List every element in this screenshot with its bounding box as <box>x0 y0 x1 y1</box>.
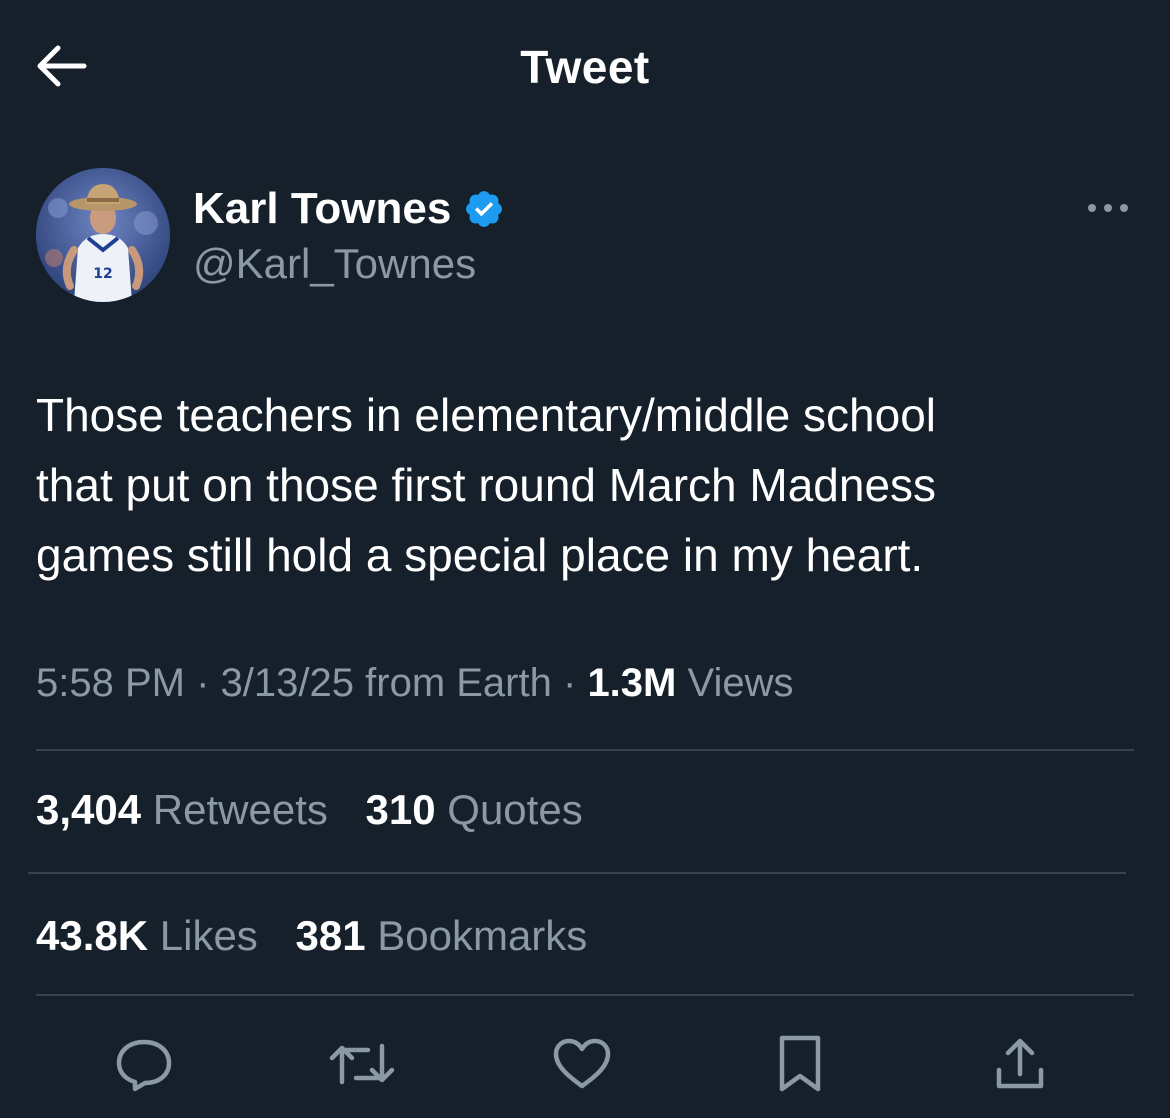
retweets-label: Retweets <box>152 786 328 833</box>
avatar-image: 12 <box>36 168 170 302</box>
bookmarks-stat[interactable]: 381 Bookmarks <box>295 912 587 959</box>
reply-button[interactable] <box>108 1028 180 1100</box>
bookmark-button[interactable] <box>764 1028 836 1100</box>
share-icon <box>996 1038 1044 1089</box>
verified-badge-icon <box>463 188 505 230</box>
separator: · <box>562 661 577 705</box>
heart-icon <box>553 1038 611 1089</box>
tweet-source: from Earth <box>365 661 552 705</box>
author-name[interactable]: Karl Townes <box>193 184 505 234</box>
author-handle[interactable]: @Karl_Townes <box>193 240 476 288</box>
views-label: Views <box>687 661 794 705</box>
more-options-button[interactable] <box>1080 192 1136 224</box>
tweet-text-line: that put on those first round March Madn… <box>36 459 937 511</box>
like-button[interactable] <box>546 1028 618 1100</box>
tweet-text: Those teachers in elementary/middle scho… <box>36 380 1136 590</box>
retweets-stat[interactable]: 3,404 Retweets <box>36 786 328 833</box>
bookmarks-count: 381 <box>295 912 366 959</box>
tweet-text-line: games still hold a special place in my h… <box>36 529 924 581</box>
share-button[interactable] <box>984 1028 1056 1100</box>
bookmarks-label: Bookmarks <box>377 912 588 959</box>
stats-row-retweets: 3,404 Retweets 310 Quotes <box>36 786 609 834</box>
divider <box>28 872 1126 874</box>
tweet-text-line: Those teachers in elementary/middle scho… <box>36 389 937 441</box>
retweet-icon <box>329 1043 395 1085</box>
tweet-date[interactable]: 3/13/25 <box>221 661 354 705</box>
more-horizontal-icon <box>1088 204 1128 212</box>
reply-icon <box>116 1039 172 1092</box>
retweet-button[interactable] <box>326 1028 398 1100</box>
stats-row-likes: 43.8K Likes 381 Bookmarks <box>36 912 613 960</box>
likes-stat[interactable]: 43.8K Likes <box>36 912 258 959</box>
quotes-label: Quotes <box>447 786 583 833</box>
avatar[interactable]: 12 <box>36 168 170 302</box>
retweets-count: 3,404 <box>36 786 142 833</box>
likes-label: Likes <box>159 912 258 959</box>
views-count: 1.3M <box>587 661 677 705</box>
page-title: Tweet <box>520 41 650 93</box>
author-display-name: Karl Townes <box>193 184 452 233</box>
divider <box>36 994 1134 996</box>
tweet-time[interactable]: 5:58 PM <box>36 661 185 705</box>
svg-text:12: 12 <box>93 266 112 282</box>
likes-count: 43.8K <box>36 912 149 959</box>
tweet-meta: 5:58 PM · 3/13/25 from Earth · 1.3M View… <box>36 661 793 706</box>
quotes-stat[interactable]: 310 Quotes <box>366 786 583 833</box>
separator: · <box>196 661 210 705</box>
divider <box>36 749 1134 751</box>
bookmark-icon <box>779 1035 821 1092</box>
quotes-count: 310 <box>365 786 436 833</box>
